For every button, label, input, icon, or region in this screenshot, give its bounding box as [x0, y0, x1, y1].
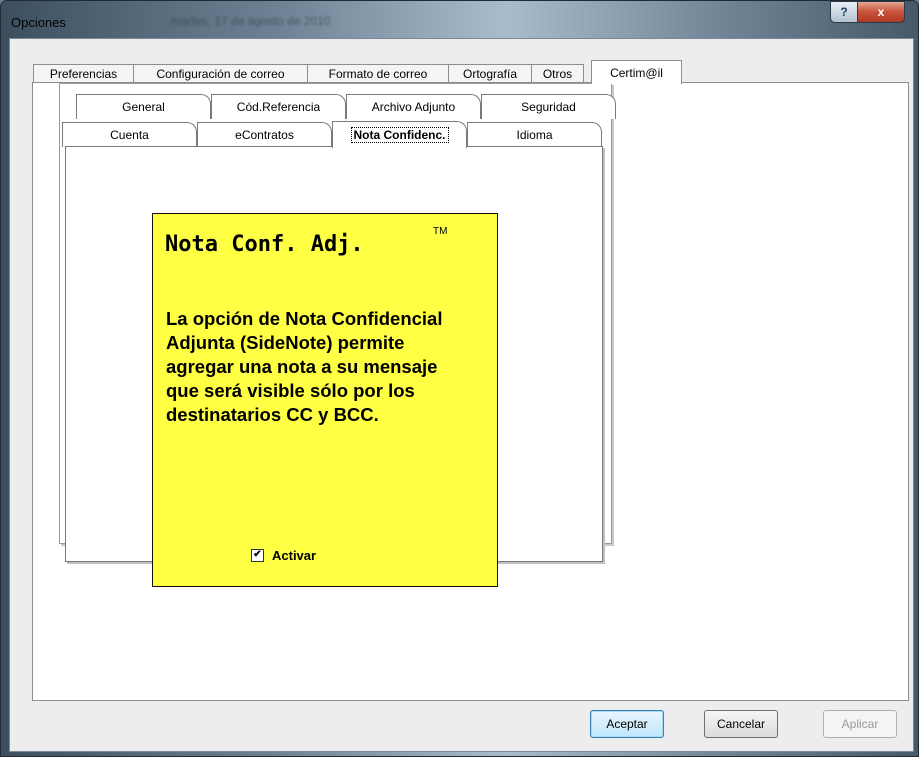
tab-configuracion-correo[interactable]: Configuración de correo: [133, 64, 308, 83]
window-title: Opciones: [11, 15, 66, 30]
tab-general-label: General: [122, 100, 165, 114]
activar-label: Activar: [272, 548, 317, 563]
activar-checkbox[interactable]: ✔: [251, 549, 264, 562]
tab-seguridad-label: Seguridad: [521, 100, 576, 114]
inner-tab-control: General Cód.Referencia Archivo Adjunto S…: [59, 83, 616, 587]
aplicar-button[interactable]: Aplicar: [823, 710, 897, 738]
title-bar[interactable]: Opciones martes, 17 de agosto de 2010 ? …: [1, 1, 918, 39]
tab-general[interactable]: General: [76, 94, 211, 119]
tab-cod-referencia[interactable]: Cód.Referencia: [211, 94, 346, 119]
tab-idioma[interactable]: Idioma: [467, 122, 602, 147]
tab-otros[interactable]: Otros: [531, 64, 584, 83]
tab-preferencias[interactable]: Preferencias: [33, 64, 134, 83]
note-description: La opción de Nota Confidencial Adjunta (…: [166, 308, 443, 425]
certimail-panel: General Cód.Referencia Archivo Adjunto S…: [32, 82, 909, 701]
cancelar-button[interactable]: Cancelar: [704, 710, 778, 738]
dialog-client-area: Preferencias Configuración de correo For…: [9, 38, 914, 752]
tab-econtratos[interactable]: eContratos: [197, 122, 332, 147]
tab-formato-correo[interactable]: Formato de correo: [307, 64, 449, 83]
options-dialog: Opciones martes, 17 de agosto de 2010 ? …: [0, 0, 919, 757]
tab-archivo-adjunto-label: Archivo Adjunto: [371, 100, 456, 114]
tab-cod-referencia-label: Cód.Referencia: [236, 100, 321, 114]
note-title: Nota Conf. Adj.: [165, 232, 364, 257]
sidenote-info-box: Nota Conf. Adj. TM La opción de Nota Con…: [152, 213, 498, 587]
tab-cuenta-label: Cuenta: [110, 128, 149, 142]
close-button[interactable]: x: [857, 1, 905, 23]
tab-ortografia[interactable]: Ortografía: [448, 64, 532, 83]
tab-cuenta[interactable]: Cuenta: [62, 122, 197, 147]
aceptar-button[interactable]: Aceptar: [590, 710, 664, 738]
tab-nota-confidenc-label: Nota Confidenc.: [350, 127, 449, 143]
activar-option[interactable]: ✔ Activar: [251, 548, 316, 563]
nota-confidencial-panel: Nota Conf. Adj. TM La opción de Nota Con…: [65, 146, 603, 587]
tab-seguridad[interactable]: Seguridad: [481, 94, 616, 119]
tab-econtratos-label: eContratos: [235, 128, 294, 142]
help-button[interactable]: ?: [830, 1, 858, 23]
tab-archivo-adjunto[interactable]: Archivo Adjunto: [346, 94, 481, 119]
background-date-text: martes, 17 de agosto de 2010: [171, 14, 331, 28]
trademark-mark: TM: [433, 226, 448, 237]
tab-certimail[interactable]: Certim@il: [591, 60, 682, 84]
tab-nota-confidenc[interactable]: Nota Confidenc.: [332, 121, 467, 148]
tab-idioma-label: Idioma: [516, 128, 553, 142]
